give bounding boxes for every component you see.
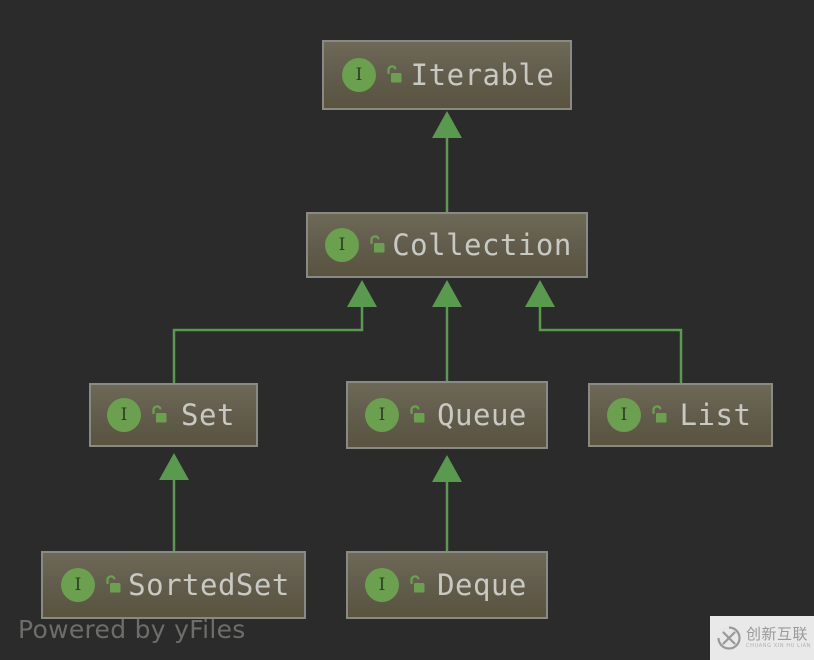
- unlocked-padlock-icon: [652, 405, 667, 423]
- interface-badge: I: [325, 228, 359, 262]
- diagram-canvas: I Iterable I Collection I Set I Queue I …: [0, 0, 814, 660]
- node-label: Set: [181, 398, 235, 432]
- edge-collection-to-iterable: [432, 111, 462, 212]
- node-list[interactable]: I List: [588, 383, 773, 447]
- node-label: Iterable: [410, 58, 555, 92]
- logo-pinyin: CHUANG XIN HU LIAN: [746, 643, 811, 650]
- interface-badge: I: [365, 568, 399, 602]
- edge-set-to-collection: [172, 280, 377, 383]
- interface-badge-letter: I: [120, 404, 128, 425]
- edge-deque-to-queue: [432, 455, 462, 551]
- unlocked-padlock-icon: [152, 405, 167, 423]
- unlocked-padlock-icon: [387, 65, 402, 83]
- node-queue[interactable]: I Queue: [346, 381, 548, 449]
- yfiles-watermark: Powered by yFiles: [18, 615, 246, 644]
- node-sortedset[interactable]: I SortedSet: [41, 551, 306, 619]
- node-icons: I: [325, 228, 386, 262]
- node-label: Deque: [437, 568, 527, 602]
- interface-badge-letter: I: [620, 404, 628, 425]
- interface-badge-letter: I: [378, 404, 386, 425]
- node-icons: I: [365, 398, 426, 432]
- node-set[interactable]: I Set: [89, 383, 258, 447]
- node-icons: I: [107, 398, 168, 432]
- interface-badge: I: [365, 398, 399, 432]
- node-icons: I: [61, 568, 122, 602]
- edge-sortedset-to-set: [159, 453, 189, 551]
- node-label: SortedSet: [128, 568, 290, 602]
- node-label: Queue: [437, 398, 527, 432]
- edge-queue-to-collection: [432, 280, 462, 381]
- site-logo-watermark: 创新互联 CHUANG XIN HU LIAN: [710, 616, 814, 660]
- unlocked-padlock-icon: [370, 235, 385, 253]
- unlocked-padlock-icon: [410, 575, 425, 593]
- interface-badge: I: [61, 568, 95, 602]
- interface-badge-letter: I: [74, 574, 82, 595]
- interface-badge: I: [607, 398, 641, 432]
- interface-badge-letter: I: [378, 574, 386, 595]
- interface-badge: I: [342, 58, 376, 92]
- interface-badge-letter: I: [338, 234, 346, 255]
- node-label: Collection: [392, 228, 572, 262]
- node-iterable[interactable]: I Iterable: [322, 40, 572, 110]
- node-icons: I: [342, 58, 403, 92]
- logo-text-block: 创新互联 CHUANG XIN HU LIAN: [746, 624, 811, 650]
- unlocked-padlock-icon: [410, 405, 425, 423]
- interface-badge-letter: I: [355, 64, 363, 85]
- circled-x-logo-icon: [717, 626, 741, 650]
- node-icons: I: [607, 398, 668, 432]
- node-label: List: [679, 398, 752, 432]
- node-icons: I: [365, 568, 426, 602]
- node-collection[interactable]: I Collection: [306, 212, 588, 278]
- interface-badge: I: [107, 398, 141, 432]
- logo-chinese-name: 创新互联: [746, 624, 809, 643]
- node-deque[interactable]: I Deque: [346, 551, 548, 619]
- edge-list-to-collection: [525, 280, 683, 383]
- unlocked-padlock-icon: [106, 575, 121, 593]
